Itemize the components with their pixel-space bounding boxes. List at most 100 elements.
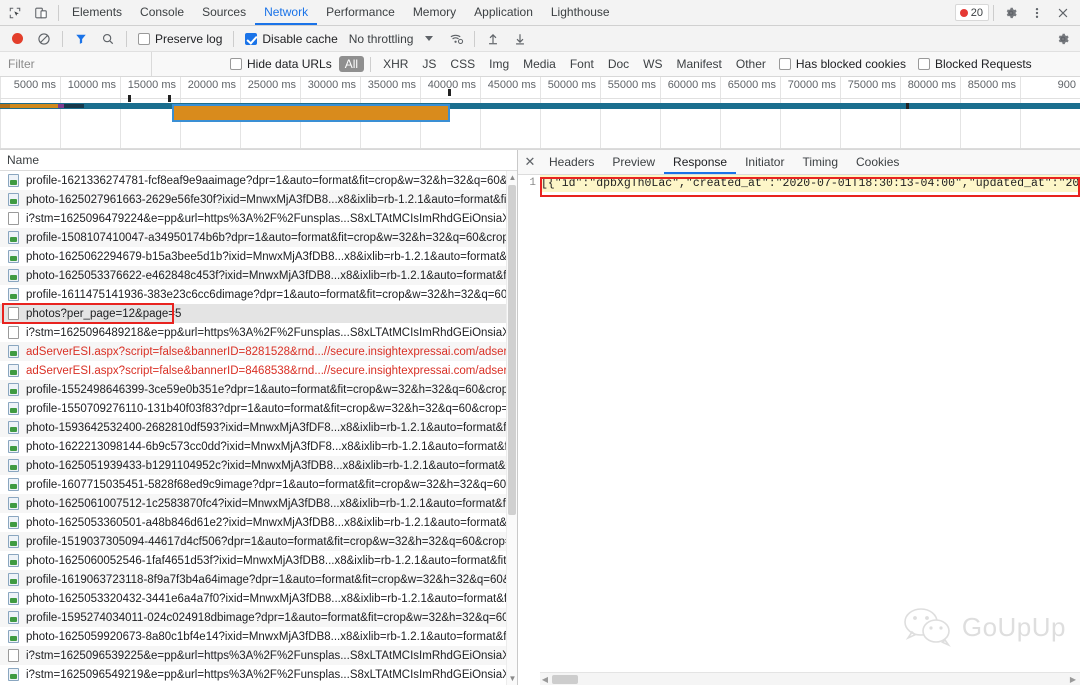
network-conditions-icon[interactable]: [443, 27, 469, 51]
request-row[interactable]: photo-1622213098144-6b9c573cc0dd?ixid=Mn…: [0, 437, 517, 456]
detail-tab-initiator[interactable]: Initiator: [736, 150, 793, 174]
request-row[interactable]: adServerESI.aspx?script=false&bannerID=8…: [0, 342, 517, 361]
request-row[interactable]: i?stm=1625096479224&e=pp&url=https%3A%2F…: [0, 209, 517, 228]
detail-tab-timing[interactable]: Timing: [793, 150, 847, 174]
tab-lighthouse[interactable]: Lighthouse: [542, 0, 619, 25]
request-row[interactable]: photo-1625061007512-1c2583870fc4?ixid=Mn…: [0, 494, 517, 513]
request-row[interactable]: profile-1619063723118-8f9a7f3b4a64image?…: [0, 570, 517, 589]
filter-type-img[interactable]: Img: [483, 56, 515, 72]
inspect-element-icon[interactable]: [2, 1, 28, 25]
image-file-icon: [7, 287, 20, 302]
tab-memory[interactable]: Memory: [404, 0, 465, 25]
toolbar-divider-4: [474, 30, 476, 47]
request-name: photo-1625051939433-b1291104952c?ixid=Mn…: [26, 459, 517, 472]
request-name: i?stm=1625096549219&e=pp&url=https%3A%2F…: [26, 668, 517, 681]
request-row[interactable]: photo-1625062294679-b15a3bee5d1b?ixid=Mn…: [0, 247, 517, 266]
gear-icon[interactable]: [998, 1, 1024, 25]
hide-data-urls-checkbox[interactable]: Hide data URLs: [224, 53, 338, 75]
request-row[interactable]: i?stm=1625096489218&e=pp&url=https%3A%2F…: [0, 323, 517, 342]
network-overview-timeline[interactable]: 5000 ms 10000 ms 15000 ms 20000 ms 25000 ms 3…: [0, 77, 1080, 150]
timeline-tick-label: 80000 ms: [907, 79, 956, 91]
chevron-down-icon[interactable]: [416, 27, 442, 51]
response-horizontal-scrollbar[interactable]: ◀ ▶: [540, 672, 1080, 685]
request-row[interactable]: photo-1625060052546-1faf4651d53f?ixid=Mn…: [0, 551, 517, 570]
request-row[interactable]: profile-1611475141936-383e23c6cc6dimage?…: [0, 285, 517, 304]
throttling-dropdown[interactable]: No throttling: [345, 28, 416, 50]
request-row[interactable]: i?stm=1625096539225&e=pp&url=https%3A%2F…: [0, 646, 517, 665]
request-row[interactable]: photos?per_page=12&page=5: [0, 304, 517, 323]
hscroll-right-arrow-icon[interactable]: ▶: [1068, 674, 1078, 685]
scrollbar-thumb[interactable]: [508, 185, 516, 515]
request-row[interactable]: profile-1508107410047-a34950174b6b?dpr=1…: [0, 228, 517, 247]
detail-tab-response[interactable]: Response: [664, 150, 736, 174]
request-row[interactable]: profile-1621336274781-fcf8eaf9e9aaimage?…: [0, 171, 517, 190]
tab-performance[interactable]: Performance: [317, 0, 404, 25]
error-count-badge[interactable]: 20: [954, 4, 989, 21]
import-har-icon[interactable]: [480, 27, 506, 51]
tab-console[interactable]: Console: [131, 0, 193, 25]
record-button[interactable]: [4, 27, 30, 51]
tab-application[interactable]: Application: [465, 0, 542, 25]
request-row[interactable]: photo-1593642532400-2682810df593?ixid=Mn…: [0, 418, 517, 437]
request-row[interactable]: photo-1625059920673-8a80c1bf4e14?ixid=Mn…: [0, 627, 517, 646]
blocked-requests-checkbox[interactable]: Blocked Requests: [912, 53, 1038, 75]
request-row[interactable]: profile-1550709276110-131b40f03f83?dpr=1…: [0, 399, 517, 418]
request-list-scrollbar[interactable]: ▲ ▼: [506, 171, 517, 685]
timeline-selection-window[interactable]: [172, 104, 450, 122]
network-filter-bar: Hide data URLs All XHR JS CSS Img Media …: [0, 52, 1080, 77]
filter-funnel-icon[interactable]: [68, 27, 94, 51]
request-row[interactable]: i?stm=1625096549219&e=pp&url=https%3A%2F…: [0, 665, 517, 684]
request-row[interactable]: photo-1625053376622-e462848c453f?ixid=Mn…: [0, 266, 517, 285]
has-blocked-cookies-checkbox[interactable]: Has blocked cookies: [773, 53, 912, 75]
request-row[interactable]: profile-1519037305094-44617d4cf506?dpr=1…: [0, 532, 517, 551]
filter-type-font[interactable]: Font: [564, 56, 600, 72]
filter-type-all[interactable]: All: [338, 56, 365, 72]
waterfall-chip-1: [10, 104, 58, 108]
close-detail-icon[interactable]: ✕: [520, 152, 540, 172]
network-settings-gear-icon[interactable]: [1050, 27, 1076, 51]
tab-sources[interactable]: Sources: [193, 0, 255, 25]
filter-input[interactable]: [0, 52, 152, 76]
filter-type-xhr[interactable]: XHR: [377, 56, 414, 72]
response-body-viewer[interactable]: 1 [{"id":"dpbXgTh0Lac","created_at":"202…: [518, 175, 1080, 672]
column-header-name: Name: [7, 153, 40, 167]
export-har-icon[interactable]: [507, 27, 533, 51]
hscroll-left-arrow-icon[interactable]: ◀: [540, 674, 550, 685]
detail-tab-headers[interactable]: Headers: [540, 150, 603, 174]
scroll-up-arrow-icon[interactable]: ▲: [508, 173, 517, 182]
request-row[interactable]: photo-1625053360501-a48b846d61e2?ixid=Mn…: [0, 513, 517, 532]
request-row[interactable]: profile-1595274034011-024c024918dbimage?…: [0, 608, 517, 627]
file-icon-shape: [8, 344, 19, 358]
timeline-tick-label: 70000 ms: [787, 79, 836, 91]
filter-type-media[interactable]: Media: [517, 56, 562, 72]
filter-type-ws[interactable]: WS: [637, 56, 668, 72]
detail-tab-preview[interactable]: Preview: [603, 150, 664, 174]
disable-cache-checkbox[interactable]: Disable cache: [239, 28, 343, 50]
image-file-icon: [7, 363, 20, 378]
device-toolbar-icon[interactable]: [28, 1, 54, 25]
request-row[interactable]: photo-1625051939433-b1291104952c?ixid=Mn…: [0, 456, 517, 475]
request-row[interactable]: profile-1607715035451-5828f68ed9c9image?…: [0, 475, 517, 494]
kebab-menu-icon[interactable]: [1024, 1, 1050, 25]
filter-type-css[interactable]: CSS: [444, 56, 481, 72]
clear-icon[interactable]: [31, 27, 57, 51]
file-icon-shape: [8, 173, 19, 187]
hscroll-thumb[interactable]: [552, 675, 578, 684]
request-row[interactable]: photo-1625053320432-3441e6a4a7f0?ixid=Mn…: [0, 589, 517, 608]
request-row[interactable]: adServerESI.aspx?script=false&bannerID=8…: [0, 361, 517, 380]
filter-type-js[interactable]: JS: [416, 56, 442, 72]
request-list[interactable]: profile-1621336274781-fcf8eaf9e9aaimage?…: [0, 171, 517, 685]
tab-elements[interactable]: Elements: [63, 0, 131, 25]
filter-type-doc[interactable]: Doc: [602, 56, 635, 72]
detail-tab-cookies[interactable]: Cookies: [847, 150, 908, 174]
tab-network[interactable]: Network: [255, 0, 317, 25]
preserve-log-checkbox[interactable]: Preserve log: [132, 28, 228, 50]
search-icon[interactable]: [95, 27, 121, 51]
close-icon[interactable]: [1050, 1, 1076, 25]
image-file-icon: [7, 230, 20, 245]
filter-type-other[interactable]: Other: [730, 56, 772, 72]
filter-type-manifest[interactable]: Manifest: [671, 56, 728, 72]
request-row[interactable]: profile-1552498646399-3ce59e0b351e?dpr=1…: [0, 380, 517, 399]
request-row[interactable]: photo-1625027961663-2629e56fe30f?ixid=Mn…: [0, 190, 517, 209]
scroll-down-arrow-icon[interactable]: ▼: [508, 674, 517, 683]
